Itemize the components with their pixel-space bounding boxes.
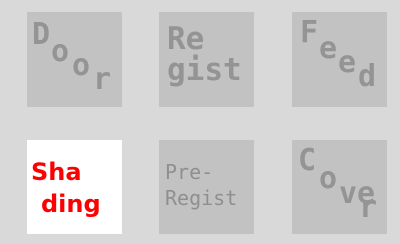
shading-label-line: Sha <box>31 158 82 186</box>
cover-label-char: r <box>359 190 378 225</box>
pre-regist-button[interactable]: Pre- Regist <box>159 140 254 234</box>
pre-regist-label-line: Regist <box>165 186 238 210</box>
cover-label-char: C <box>298 143 317 178</box>
door-button[interactable]: D o o r <box>27 12 122 107</box>
regist-label-line: gist <box>167 52 242 88</box>
feed-label-char: e <box>338 45 357 80</box>
door-label-char: D <box>32 17 51 52</box>
regist-button[interactable]: Re gist <box>159 12 254 107</box>
door-label-char: o <box>51 34 70 69</box>
door-label-char: o <box>72 48 91 83</box>
feed-label-char: e <box>319 31 338 66</box>
cover-button[interactable]: C o ve r e <box>292 140 387 234</box>
feed-label-char: F <box>300 15 319 50</box>
shading-button[interactable]: Sha ding <box>27 140 122 234</box>
pre-regist-label-line: Pre- <box>165 160 214 184</box>
regist-label-line: Re <box>167 21 205 57</box>
cover-label-char: o <box>319 161 338 196</box>
shading-label-line: ding <box>41 190 101 218</box>
door-label-char: r <box>93 62 112 97</box>
feed-label-char: d <box>358 59 377 94</box>
feed-button[interactable]: F e e d <box>292 12 387 107</box>
